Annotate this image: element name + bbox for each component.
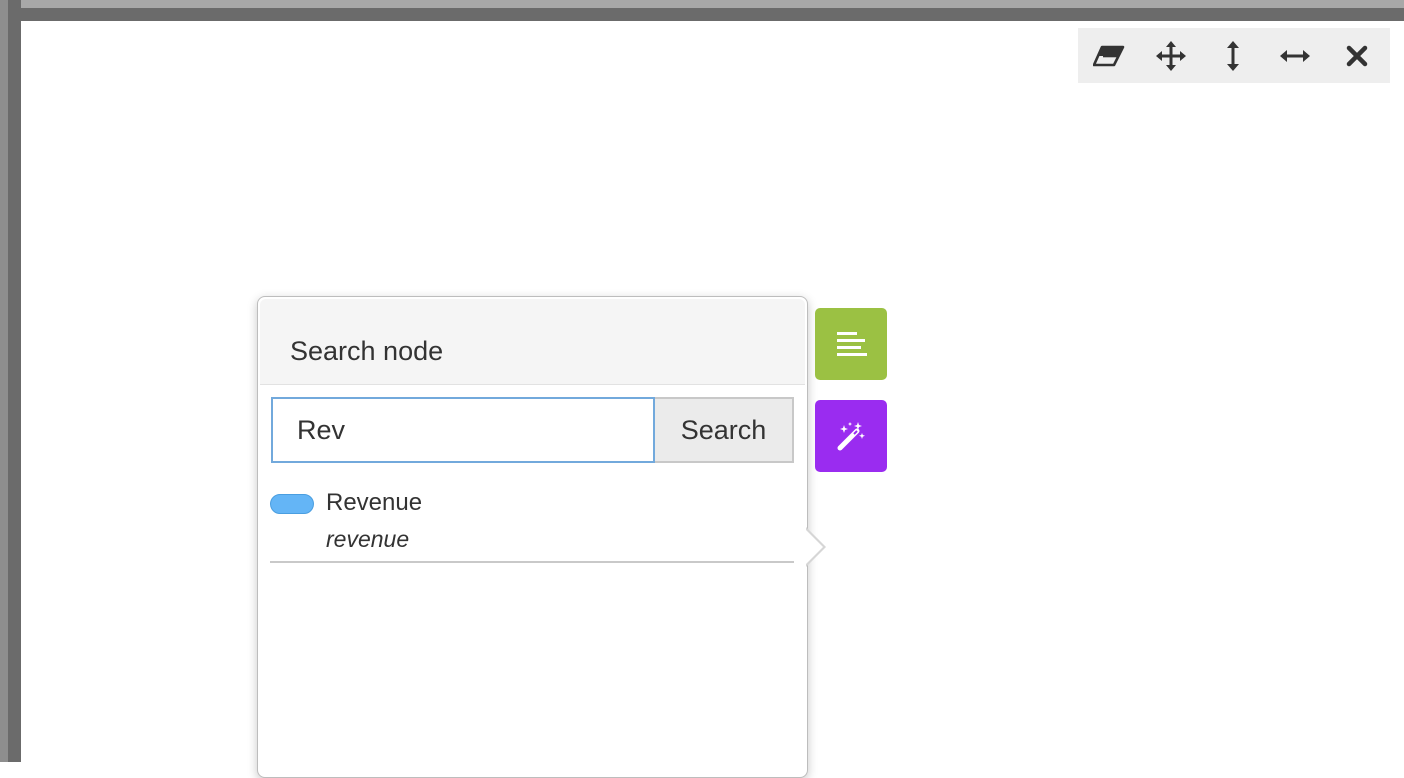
top-frame-bar [0,8,1404,21]
search-input[interactable] [271,397,655,463]
resize-vertical-icon [1227,40,1239,71]
move-button[interactable] [1140,28,1202,83]
node-toolbar [1078,28,1390,83]
resize-horizontal-button[interactable] [1264,28,1326,83]
left-frame-bar [8,0,21,762]
top-frame-band [0,0,1404,8]
result-label: Revenue [326,489,423,516]
search-node-popover: Search node Search Revenue revenue [257,296,808,778]
eraser-button[interactable] [1078,28,1140,83]
left-frame-band [0,0,8,762]
resize-vertical-button[interactable] [1202,28,1264,83]
result-item[interactable]: Revenue revenue [270,477,794,563]
popover-title: Search node [290,336,444,366]
move-icon [1156,40,1186,71]
magic-wand-icon [837,422,865,451]
node-type-pill [270,494,314,514]
close-icon [1346,45,1368,66]
eraser-icon [1093,45,1125,66]
popover-header: Search node [260,299,805,385]
magic-button[interactable] [815,400,887,472]
resize-horizontal-icon [1280,49,1310,62]
popover-arrow-fill [805,529,823,565]
close-button[interactable] [1326,28,1388,83]
search-button[interactable]: Search [655,397,794,463]
result-key: revenue [326,526,410,552]
align-button[interactable] [815,308,887,380]
align-left-icon [837,332,867,356]
